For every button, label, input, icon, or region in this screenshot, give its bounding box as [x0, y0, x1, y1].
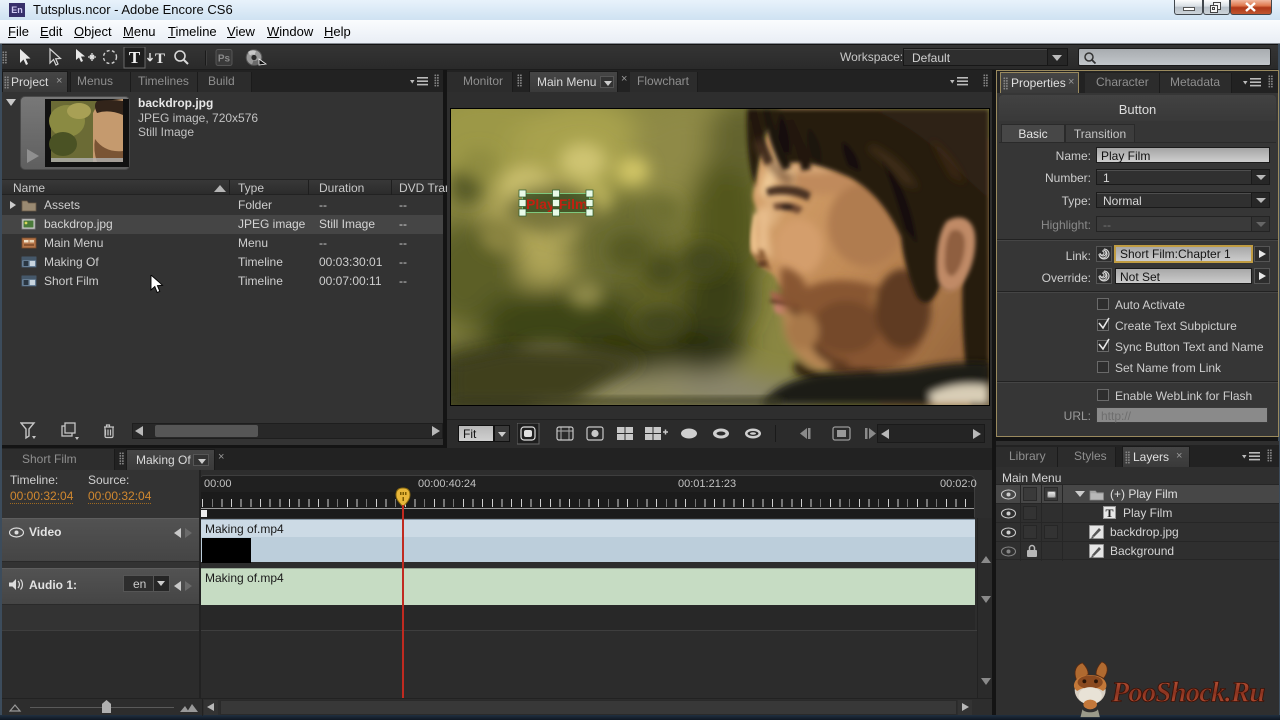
svg-text:PooShock.Ru: PooShock.Ru: [1110, 677, 1265, 709]
svg-text:T: T: [129, 48, 141, 67]
svg-text:T: T: [155, 51, 165, 67]
svg-text:Ps: Ps: [218, 54, 231, 65]
